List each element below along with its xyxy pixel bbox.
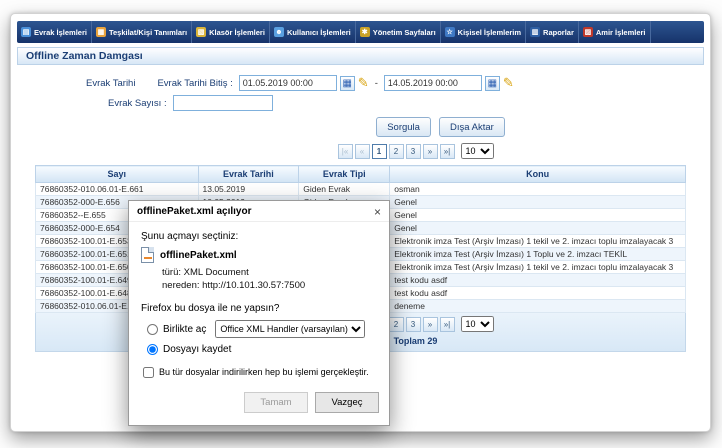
- dialog-body: Şunu açmayı seçtiniz: offlinePaket.xml t…: [129, 222, 389, 378]
- cell-konu: test kodu asdf: [390, 287, 686, 300]
- supervisor-icon: ▨: [583, 27, 593, 37]
- edit-date-icon[interactable]: ✎: [503, 75, 514, 91]
- cancel-button[interactable]: Vazgeç: [315, 392, 379, 413]
- file-name: offlinePaket.xml: [160, 250, 237, 261]
- table-row[interactable]: 76860352-010.06.01-E.661 13.05.2019 Gide…: [36, 183, 686, 196]
- tab-klasor-islemleri[interactable]: ▧ Klasör İşlemleri: [192, 21, 270, 43]
- open-with-radio[interactable]: [147, 324, 158, 335]
- dialog-prompt: Şunu açmayı seçtiniz:: [141, 231, 377, 242]
- cell-konu: Genel: [390, 222, 686, 235]
- top-pager: |« « 1 2 3 » »| 10: [121, 143, 710, 159]
- gear-icon: ✱: [360, 27, 370, 37]
- disa-aktar-button[interactable]: Dışa Aktar: [439, 117, 505, 137]
- cell-sayi: 76860352-010.06.01-E.661: [36, 183, 199, 196]
- screen: ▤ Evrak İşlemleri ▦ Teşkilat/Kişi Tanıml…: [0, 0, 722, 448]
- remember-choice-checkbox[interactable]: [143, 367, 154, 378]
- xml-file-icon: [141, 247, 154, 263]
- ok-button[interactable]: Tamam: [244, 392, 308, 413]
- evrak-tarihi-label: Evrak Tarihi: [86, 78, 135, 89]
- tab-label: Evrak İşlemleri: [34, 28, 87, 37]
- document-icon: ▤: [21, 27, 31, 37]
- actions-row: Sorgula Dışa Aktar: [171, 117, 710, 137]
- tab-label: Kişisel İşlemlerim: [458, 28, 521, 37]
- next-page-button[interactable]: »: [423, 317, 438, 332]
- sorgula-button[interactable]: Sorgula: [376, 117, 431, 137]
- tab-label: Raporlar: [543, 28, 574, 37]
- open-with-select[interactable]: Office XML Handler (varsayılan): [215, 320, 365, 338]
- date-end-input[interactable]: [384, 75, 482, 91]
- tab-teskilat-kisi-tanimlari[interactable]: ▦ Teşkilat/Kişi Tanımları: [92, 21, 192, 43]
- user-icon: ☻: [274, 27, 284, 37]
- calendar-icon[interactable]: ▦: [340, 76, 355, 91]
- cell-konu: Genel: [390, 196, 686, 209]
- dialog-question: Firefox bu dosya ile ne yapsın?: [141, 303, 377, 314]
- tab-evrak-islemleri[interactable]: ▤ Evrak İşlemleri: [17, 21, 92, 43]
- evrak-sayisi-input[interactable]: [173, 95, 273, 111]
- page-2-button[interactable]: 2: [389, 144, 404, 159]
- evrak-tarihi-bitis-label: Evrak Tarihi Bitiş :: [157, 78, 232, 89]
- close-icon[interactable]: ×: [374, 207, 381, 217]
- cell-konu: deneme: [390, 300, 686, 313]
- download-dialog: offlinePaket.xml açılıyor × Şunu açmayı …: [128, 200, 390, 426]
- cell-konu: Genel: [390, 209, 686, 222]
- tab-label: Amir İşlemleri: [596, 28, 646, 37]
- page-size-select[interactable]: 10: [461, 143, 494, 159]
- page-2-button[interactable]: 2: [389, 317, 404, 332]
- cell-konu: osman: [390, 183, 686, 196]
- last-page-button[interactable]: »|: [440, 317, 455, 332]
- tab-label: Klasör İşlemleri: [209, 28, 265, 37]
- dialog-title-bar: offlinePaket.xml açılıyor ×: [129, 201, 389, 222]
- evrak-sayisi-label: Evrak Sayısı :: [108, 98, 167, 109]
- page-1-button[interactable]: 1: [372, 144, 387, 159]
- org-chart-icon: ▦: [96, 27, 106, 37]
- save-file-radio[interactable]: [147, 344, 158, 355]
- cell-konu: Elektronik imza Test (Arşiv İmzası) 1 To…: [390, 248, 686, 261]
- person-star-icon: ☆: [445, 27, 455, 37]
- column-header-evrak-tarihi: Evrak Tarihi: [198, 166, 299, 183]
- file-type-line: türü: XML Document: [162, 266, 377, 279]
- page-3-button[interactable]: 3: [406, 317, 421, 332]
- first-page-button[interactable]: |«: [338, 144, 353, 159]
- prev-page-button[interactable]: «: [355, 144, 370, 159]
- cell-konu: test kodu asdf: [390, 274, 686, 287]
- date-start-input[interactable]: [239, 75, 337, 91]
- save-file-label: Dosyayı kaydet: [163, 344, 231, 355]
- tab-label: Yönetim Sayfaları: [373, 28, 436, 37]
- open-with-label: Birlikte aç: [163, 324, 206, 335]
- remember-choice-label: Bu tür dosyalar indirilirken hep bu işle…: [159, 367, 369, 377]
- calendar-icon[interactable]: ▦: [485, 76, 500, 91]
- tab-amir-islemleri[interactable]: ▨ Amir İşlemleri: [579, 21, 651, 43]
- edit-date-icon[interactable]: ✎: [358, 75, 369, 91]
- last-page-button[interactable]: »|: [440, 144, 455, 159]
- cell-tarih: 13.05.2019: [198, 183, 299, 196]
- report-icon: ▥: [530, 27, 540, 37]
- column-header-konu: Konu: [390, 166, 686, 183]
- date-range-separator: -: [375, 78, 378, 89]
- next-page-button[interactable]: »: [423, 144, 438, 159]
- page-title: Offline Zaman Damgası: [17, 47, 704, 65]
- filter-form: Evrak Tarihi Evrak Tarihi Bitiş : ▦ ✎ - …: [11, 65, 710, 113]
- tab-label: Teşkilat/Kişi Tanımları: [109, 28, 187, 37]
- tab-kisisel-islemlerim[interactable]: ☆ Kişisel İşlemlerim: [441, 21, 526, 43]
- page-3-button[interactable]: 3: [406, 144, 421, 159]
- folder-icon: ▧: [196, 27, 206, 37]
- tab-label: Kullanıcı İşlemleri: [287, 28, 351, 37]
- dialog-title: offlinePaket.xml açılıyor: [137, 206, 252, 217]
- column-header-evrak-tipi: Evrak Tipi: [299, 166, 390, 183]
- tab-kullanici-islemleri[interactable]: ☻ Kullanıcı İşlemleri: [270, 21, 356, 43]
- cell-konu: Elektronik imza Test (Arşiv İmzası) 1 te…: [390, 235, 686, 248]
- tab-yonetim-sayfalari[interactable]: ✱ Yönetim Sayfaları: [356, 21, 441, 43]
- cell-konu: Elektronik imza Test (Arşiv İmzası) 1 te…: [390, 261, 686, 274]
- cell-tip: Giden Evrak: [299, 183, 390, 196]
- tab-raporlar[interactable]: ▥ Raporlar: [526, 21, 579, 43]
- column-header-sayi: Sayı: [36, 166, 199, 183]
- file-from-line: nereden: http://10.101.30.57:7500: [162, 279, 377, 292]
- main-nav: ▤ Evrak İşlemleri ▦ Teşkilat/Kişi Tanıml…: [17, 21, 704, 43]
- page-size-select[interactable]: 10: [461, 316, 494, 332]
